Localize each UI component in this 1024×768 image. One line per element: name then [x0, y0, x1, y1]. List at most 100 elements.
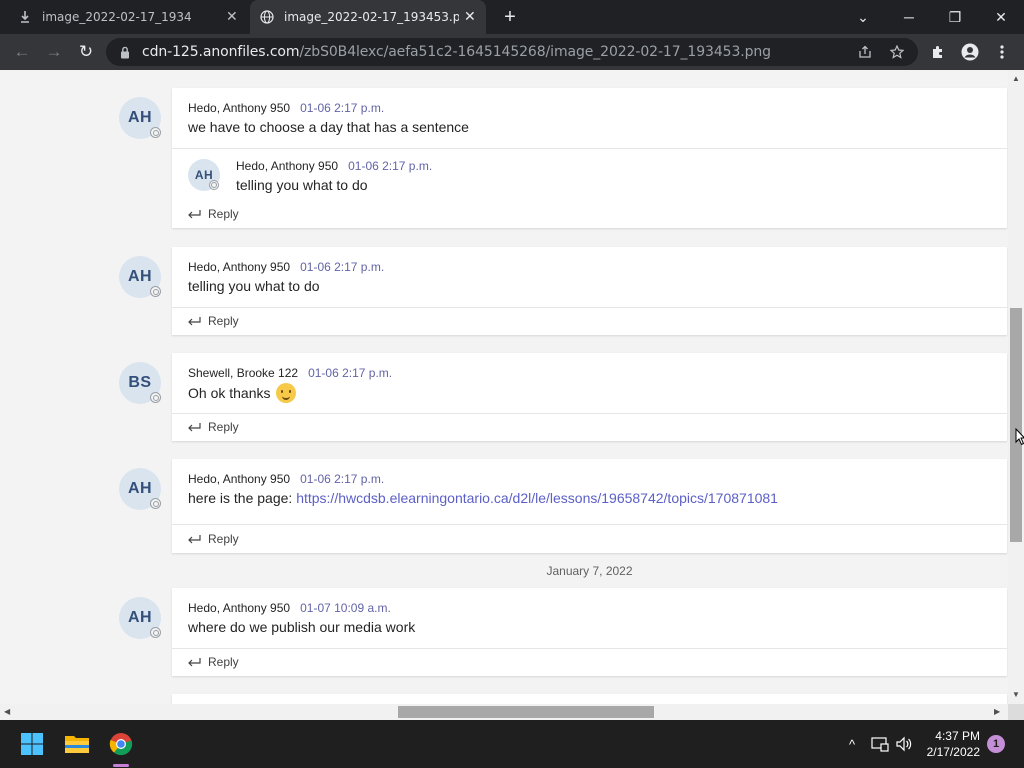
globe-icon	[260, 10, 274, 24]
tray-chevron-icon[interactable]: ^	[842, 734, 862, 754]
chat-thread-image: AH Hedo, Anthony 950 01-06 2:17 p.m. we h…	[0, 70, 1024, 720]
forward-button[interactable]: →	[42, 40, 66, 64]
horizontal-scroll-thumb[interactable]	[398, 706, 654, 718]
url-host: cdn-125.anonfiles.com	[142, 44, 300, 60]
vertical-scroll-thumb[interactable]	[1010, 308, 1022, 542]
tab-title: image_2022-02-17_193453.png -	[42, 10, 192, 24]
message-author: Hedo, Anthony 950	[236, 159, 339, 173]
reply-button[interactable]: Reply	[186, 420, 239, 434]
message-text: here is the page: https://hwcdsb.elearni…	[188, 490, 778, 506]
scroll-right-icon[interactable]: ▶	[994, 707, 1000, 716]
presence-status-icon	[150, 392, 161, 403]
system-clock[interactable]: 4:37 PM 2/17/2022	[918, 728, 980, 760]
tab-image-2[interactable]: image_2022-02-17_193453.png ( ✕	[250, 0, 486, 34]
reply-label: Reply	[208, 655, 239, 669]
reply-button[interactable]: Reply	[186, 314, 239, 328]
lock-icon[interactable]	[118, 45, 132, 59]
restore-button[interactable]: ❐	[932, 0, 978, 34]
browser-tab-bar: image_2022-02-17_193453.png - ✕ image_20…	[0, 0, 1024, 34]
message-timestamp: 01-06 2:17 p.m.	[348, 159, 433, 173]
extensions-icon[interactable]	[926, 40, 950, 64]
message-header: Hedo, Anthony 950 01-06 2:17 p.m.	[188, 472, 384, 486]
message-text: Oh ok thanks	[188, 383, 297, 403]
message-header: Hedo, Anthony 950 01-06 2:17 p.m.	[188, 260, 384, 274]
divider	[172, 648, 1007, 649]
divider	[172, 307, 1007, 308]
tab-close-icon[interactable]: ✕	[226, 9, 238, 25]
message-text: telling you what to do	[188, 278, 320, 294]
reply-button[interactable]: Reply	[186, 655, 239, 669]
reply-arrow-icon	[188, 317, 201, 326]
reply-label: Reply	[208, 314, 239, 328]
divider	[172, 148, 1007, 149]
message-timestamp: 01-06 2:17 p.m.	[300, 101, 385, 115]
message-text-content: Oh ok thanks	[188, 385, 271, 401]
chrome-icon[interactable]	[107, 730, 135, 758]
presence-status-icon	[209, 180, 219, 190]
reply-button[interactable]: Reply	[186, 532, 239, 546]
message-card: Hedo, Anthony 950 01-06 2:17 p.m. we have…	[172, 88, 1007, 228]
vertical-scrollbar[interactable]: ▲ ▼	[1008, 70, 1024, 704]
divider	[172, 413, 1007, 414]
message-author: Hedo, Anthony 950	[188, 101, 291, 115]
presence-status-icon	[150, 627, 161, 638]
url-text[interactable]: cdn-125.anonfiles.com/zbS0B4lexc/aefa51c…	[142, 44, 771, 60]
menu-icon[interactable]	[990, 40, 1014, 64]
message-card: Hedo, Anthony 950 01-06 2:17 p.m. telling…	[172, 247, 1007, 335]
reply-label: Reply	[208, 420, 239, 434]
bookmark-star-icon[interactable]	[888, 43, 906, 61]
message-author: Hedo, Anthony 950	[188, 472, 291, 486]
active-app-indicator	[113, 764, 129, 767]
message-text: where do we publish our media work	[188, 619, 416, 635]
message-author: Hedo, Anthony 950	[188, 260, 291, 274]
horizontal-scrollbar[interactable]: ◀ ▶	[0, 704, 1008, 720]
message-timestamp: 01-06 2:17 p.m.	[300, 472, 385, 486]
windows-start-icon[interactable]	[18, 730, 46, 758]
new-tab-button[interactable]: +	[500, 5, 520, 29]
tab-close-icon[interactable]: ✕	[464, 9, 476, 25]
profile-icon[interactable]	[958, 40, 982, 64]
tab-title: image_2022-02-17_193453.png (	[284, 10, 459, 24]
tab-search-button[interactable]: ⌄	[840, 0, 886, 34]
network-icon[interactable]	[870, 734, 890, 754]
scroll-left-icon[interactable]: ◀	[4, 707, 10, 716]
reply-button[interactable]: Reply	[186, 207, 239, 221]
date-separator: January 7, 2022	[546, 564, 633, 578]
reply-arrow-icon	[188, 210, 201, 219]
message-card: Hedo, Anthony 950 01-07 10:09 a.m. where …	[172, 588, 1007, 676]
presence-status-icon	[150, 498, 161, 509]
message-header: Hedo, Anthony 950 01-06 2:17 p.m.	[188, 101, 384, 115]
presence-status-icon	[150, 127, 161, 138]
message-timestamp: 01-06 2:17 p.m.	[300, 260, 385, 274]
divider	[172, 524, 1007, 525]
file-explorer-icon[interactable]	[63, 730, 91, 758]
notification-badge[interactable]: 1	[987, 735, 1005, 753]
url-path: /zbS0B4lexc/aefa51c2-1645145268/image_20…	[299, 44, 771, 60]
message-header: Hedo, Anthony 950 01-07 10:09 a.m.	[188, 601, 391, 615]
reply-arrow-icon	[188, 423, 201, 432]
lesson-link[interactable]: https://hwcdsb.elearningontario.ca/d2l/l…	[296, 490, 778, 506]
message-timestamp: 01-07 10:09 a.m.	[300, 601, 391, 615]
share-icon[interactable]	[856, 43, 874, 61]
reply-label: Reply	[208, 532, 239, 546]
browser-toolbar: ← → ↻ cdn-125.anonfiles.com/zbS0B4lexc/a…	[0, 34, 1024, 70]
message-header: Shewell, Brooke 122 01-06 2:17 p.m.	[188, 366, 392, 380]
volume-icon[interactable]	[894, 734, 914, 754]
mouse-cursor-icon	[1015, 428, 1024, 446]
message-text: we have to choose a day that has a sente…	[188, 119, 469, 135]
clock-date: 2/17/2022	[926, 745, 980, 759]
presence-status-icon	[150, 286, 161, 297]
message-card: Shewell, Brooke 122 01-06 2:17 p.m. Oh ok…	[172, 353, 1007, 441]
address-bar[interactable]: cdn-125.anonfiles.com/zbS0B4lexc/aefa51c…	[106, 38, 918, 66]
page-favicon-icon	[18, 10, 32, 24]
scroll-down-icon[interactable]: ▼	[1012, 690, 1020, 699]
message-author: Hedo, Anthony 950	[188, 601, 291, 615]
reload-button[interactable]: ↻	[74, 40, 98, 64]
reply-arrow-icon	[188, 535, 201, 544]
back-button[interactable]: ←	[10, 40, 34, 64]
tab-image-1[interactable]: image_2022-02-17_193453.png - ✕	[18, 0, 246, 34]
slightly-smiling-face-icon	[276, 383, 297, 403]
scroll-up-icon[interactable]: ▲	[1012, 74, 1020, 83]
close-window-button[interactable]: ✕	[978, 0, 1024, 34]
minimize-button[interactable]: ─	[886, 0, 932, 34]
